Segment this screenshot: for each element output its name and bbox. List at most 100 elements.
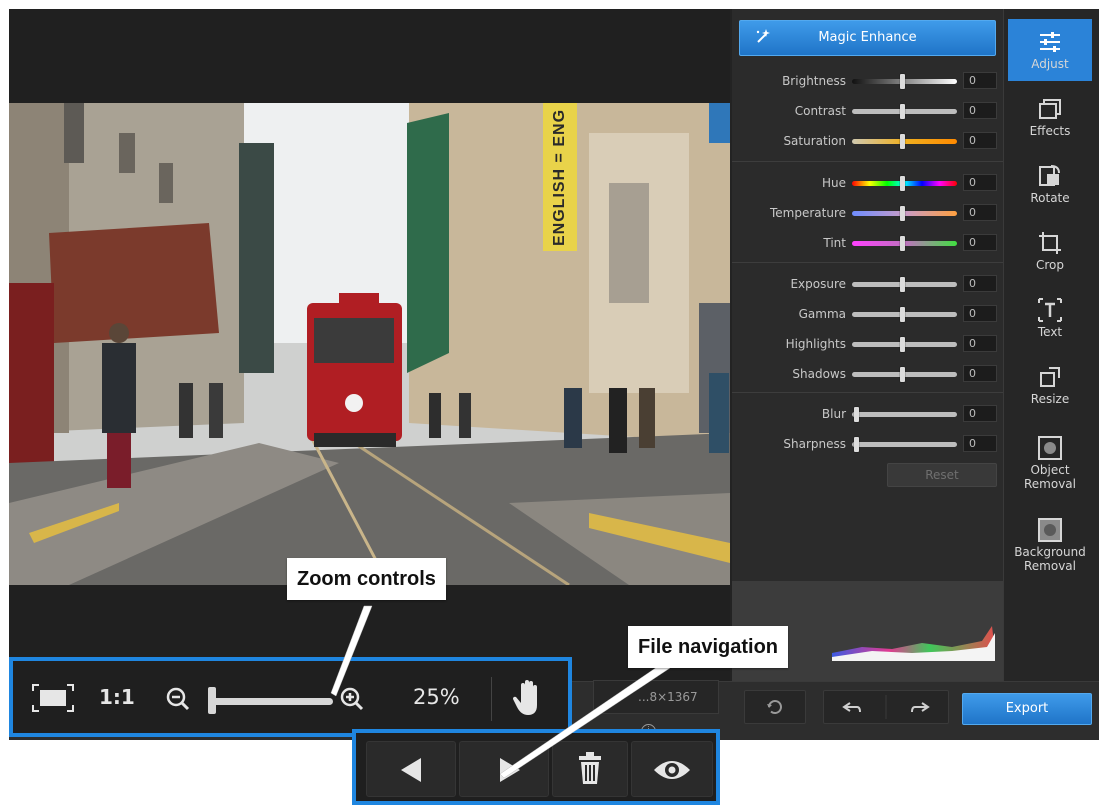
tool-label: Rotate: [1030, 191, 1070, 205]
panel-divider: [732, 392, 1003, 393]
tool-adjust[interactable]: Adjust: [1008, 19, 1092, 81]
adjust-panel: Magic Enhance Brightness 0 Contrast 0 Satura…: [732, 9, 1003, 681]
tool-label: Background Removal: [1014, 545, 1086, 573]
saturation-slider-thumb[interactable]: [900, 134, 905, 149]
highlights-slider-thumb[interactable]: [900, 337, 905, 352]
zoom-controls-callout: Zoom controls: [287, 558, 446, 600]
tool-label: Adjust: [1031, 57, 1069, 71]
slider-highlights: Highlights 0: [732, 334, 1003, 354]
shadows-value-field[interactable]: 0: [963, 365, 997, 382]
contrast-slider-thumb[interactable]: [900, 104, 905, 119]
brightness-slider-thumb[interactable]: [900, 74, 905, 89]
tool-label: Resize: [1030, 392, 1070, 406]
delete-file-button[interactable]: [552, 741, 628, 797]
rotate-icon: [1039, 165, 1060, 186]
magic-enhance-button[interactable]: Magic Enhance: [739, 20, 996, 56]
saturation-value-field[interactable]: 0: [963, 132, 997, 149]
blur-value-field[interactable]: 0: [963, 405, 997, 422]
blur-label: Blur: [821, 407, 846, 421]
tool-background-removal[interactable]: Background Removal: [1008, 507, 1092, 585]
image-size-text: ...8×1367: [638, 690, 698, 704]
slider-temperature: Temperature 0: [732, 203, 1003, 223]
tool-label: Effects: [1029, 124, 1071, 138]
slider-hue: Hue 0: [732, 173, 1003, 193]
crop-icon: [1039, 232, 1061, 254]
sliders-icon: [1040, 32, 1060, 52]
tool-crop[interactable]: Crop: [1008, 220, 1092, 282]
panel-divider: [732, 161, 1003, 162]
shadows-slider-thumb[interactable]: [900, 367, 905, 382]
slider-exposure: Exposure 0: [732, 274, 1003, 294]
tint-slider-thumb[interactable]: [900, 236, 905, 251]
hand-pan-icon[interactable]: [511, 677, 547, 719]
tint-label: Tint: [823, 236, 846, 250]
tool-rail: Adjust Effects Rotate Crop Text Resize Object …: [1003, 9, 1099, 681]
fit-to-screen-icon[interactable]: [31, 683, 75, 713]
sharpness-slider-track[interactable]: [852, 442, 957, 447]
saturation-label: Saturation: [783, 134, 846, 148]
zoom-slider-track[interactable]: [211, 698, 333, 705]
file-navigation-callout: File navigation: [628, 626, 789, 668]
next-arrow-icon: [500, 758, 520, 782]
sharpness-slider-thumb[interactable]: [854, 437, 859, 452]
blur-slider-track[interactable]: [852, 412, 957, 417]
slider-contrast: Contrast 0: [732, 101, 1003, 121]
tool-label: Object Removal: [1023, 463, 1076, 491]
photo-preview[interactable]: ENGLISH = ENG: [9, 103, 730, 585]
brightness-value-field[interactable]: 0: [963, 72, 997, 89]
sharpness-value-field[interactable]: 0: [963, 435, 997, 452]
zoom-slider-thumb[interactable]: [208, 687, 216, 714]
gamma-label: Gamma: [798, 307, 846, 321]
tool-object-removal[interactable]: Object Removal: [1008, 425, 1092, 503]
text-icon: [1038, 298, 1062, 322]
hue-value-field[interactable]: 0: [963, 174, 997, 191]
export-button[interactable]: Export: [962, 693, 1092, 725]
zoom-percent: 25%: [413, 685, 460, 709]
preview-original-button[interactable]: [631, 741, 713, 797]
previous-file-button[interactable]: [366, 741, 456, 797]
image-size-label: ...8×1367 i: [593, 680, 719, 739]
file-navigation: [352, 729, 720, 805]
next-file-button[interactable]: [459, 741, 549, 797]
actual-size-button[interactable]: 1:1: [99, 685, 135, 709]
tool-effects[interactable]: Effects: [1008, 86, 1092, 148]
hue-slider-thumb[interactable]: [900, 176, 905, 191]
brightness-label: Brightness: [782, 74, 846, 88]
street-photo-image: [9, 103, 730, 585]
magic-enhance-label: Magic Enhance: [818, 30, 917, 45]
refresh-icon: [767, 700, 782, 715]
tint-value-field[interactable]: 0: [963, 234, 997, 251]
reset-button[interactable]: Reset: [887, 463, 997, 487]
gamma-value-field[interactable]: 0: [963, 305, 997, 322]
background-removal-icon: [1038, 518, 1062, 542]
sharpness-label: Sharpness: [783, 437, 846, 451]
exposure-value-field[interactable]: 0: [963, 275, 997, 292]
trash-icon: [579, 752, 601, 784]
slider-saturation: Saturation 0: [732, 131, 1003, 151]
highlights-label: Highlights: [785, 337, 846, 351]
temperature-slider-thumb[interactable]: [900, 206, 905, 221]
tool-rotate[interactable]: Rotate: [1008, 153, 1092, 215]
reset-view-button[interactable]: [744, 690, 806, 724]
temperature-value-field[interactable]: 0: [963, 204, 997, 221]
zoom-divider: [491, 677, 492, 721]
zoom-out-icon[interactable]: [165, 686, 191, 714]
tool-resize[interactable]: Resize: [1008, 354, 1092, 416]
shadows-label: Shadows: [792, 367, 846, 381]
contrast-label: Contrast: [794, 104, 846, 118]
previous-arrow-icon: [401, 758, 421, 782]
resize-icon: [1040, 367, 1060, 387]
exposure-slider-thumb[interactable]: [900, 277, 905, 292]
slider-tint: Tint 0: [732, 233, 1003, 253]
zoom-in-icon[interactable]: [339, 686, 365, 714]
exposure-label: Exposure: [790, 277, 846, 291]
gamma-slider-thumb[interactable]: [900, 307, 905, 322]
contrast-value-field[interactable]: 0: [963, 102, 997, 119]
eye-icon: [654, 761, 690, 779]
slider-shadows: Shadows 0: [732, 364, 1003, 384]
hue-label: Hue: [821, 176, 846, 190]
tool-text[interactable]: Text: [1008, 287, 1092, 349]
zoom-controls: 1:1 25%: [9, 657, 572, 737]
blur-slider-thumb[interactable]: [854, 407, 859, 422]
highlights-value-field[interactable]: 0: [963, 335, 997, 352]
